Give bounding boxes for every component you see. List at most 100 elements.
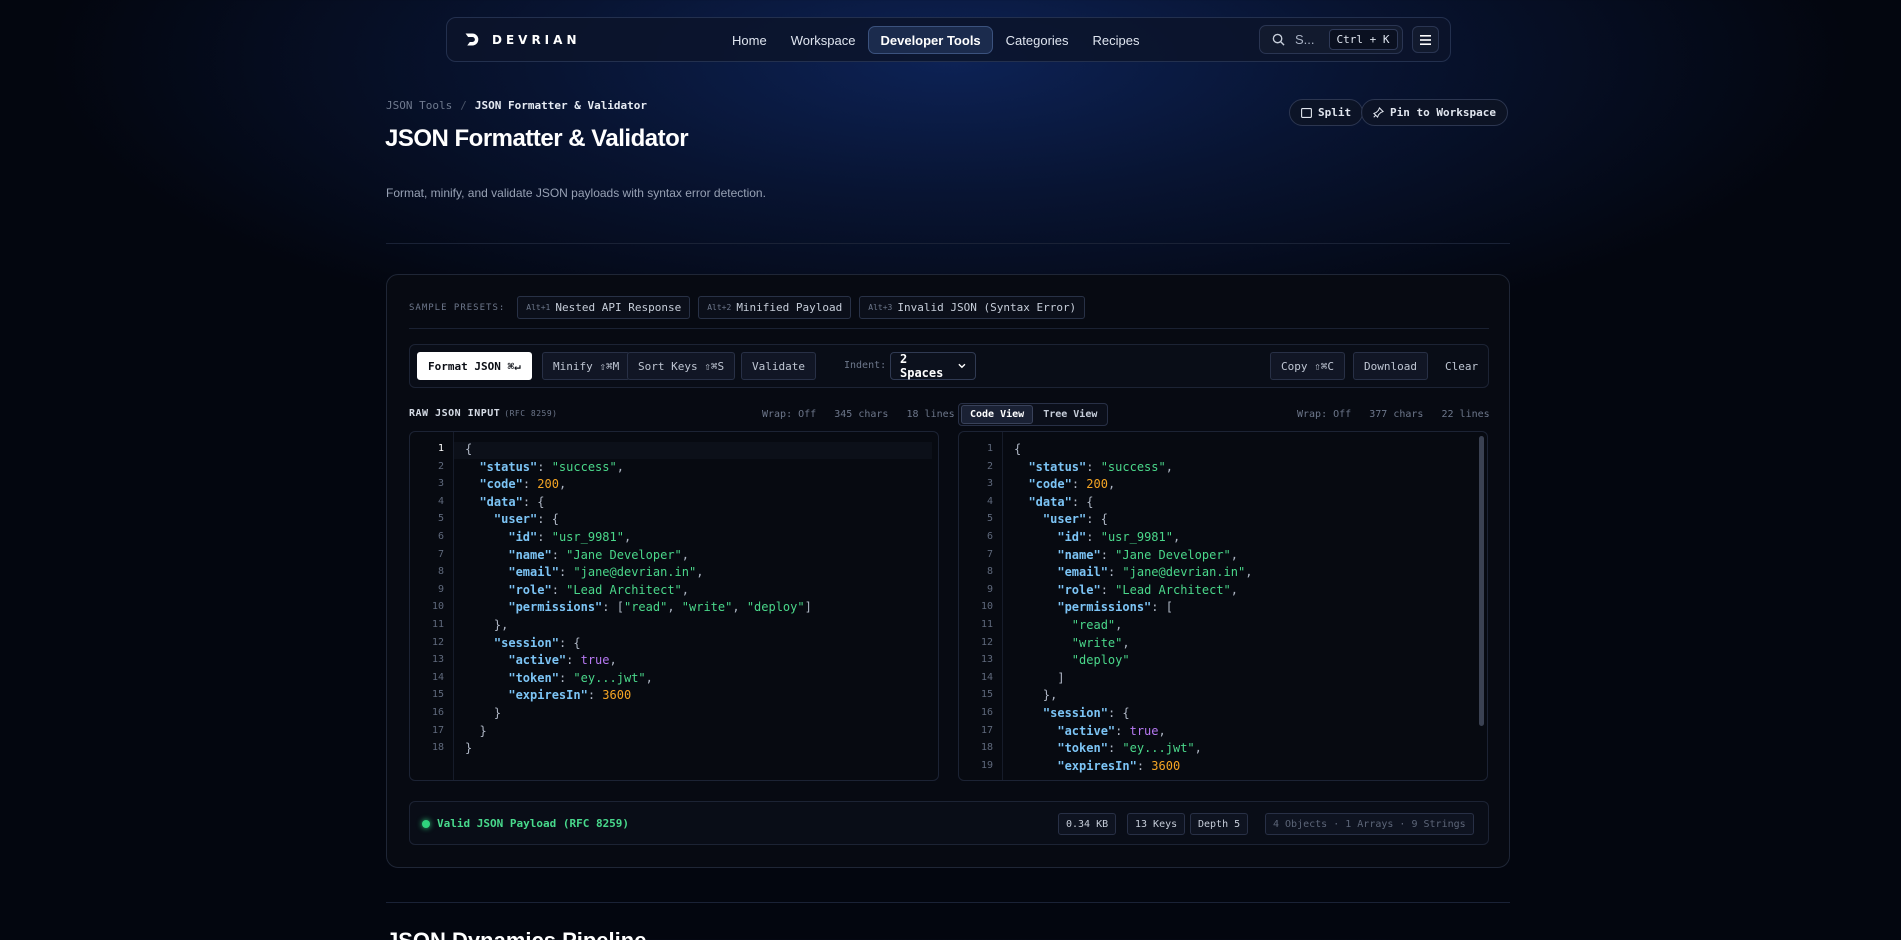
- code-line: "deploy": [1071, 653, 1130, 668]
- line-number: 6: [437, 531, 444, 542]
- breadcrumb-current: JSON Formatter & Validator: [474, 99, 648, 112]
- code-line: },: [465, 618, 509, 632]
- code-line: "email": "jane@devrian.in",: [1057, 565, 1253, 580]
- indent-select[interactable]: 2 Spaces: [890, 352, 976, 380]
- input-editor-title-text: RAW JSON INPUT: [409, 408, 501, 419]
- header-divider: [386, 243, 1510, 244]
- download-button[interactable]: Download: [1353, 352, 1428, 380]
- preset-shortcut: Alt+1: [526, 303, 551, 312]
- chevron-down-icon: [958, 363, 966, 369]
- validate-button[interactable]: Validate: [741, 352, 816, 380]
- output-editor-meta: Wrap: Off 377 chars 22 lines: [1297, 409, 1490, 420]
- code-line: {: [465, 442, 473, 456]
- formatter-panel: SAMPLE PRESETS: Alt+1 Nested API Respons…: [386, 274, 1510, 868]
- nav-link-workspace[interactable]: Workspace: [780, 26, 867, 54]
- nav-links: Home Workspace Developer Tools Categorie…: [721, 26, 1151, 54]
- line-number: 4: [437, 495, 444, 507]
- code-line: "read",: [1071, 618, 1123, 632]
- line-number: 16: [980, 707, 993, 718]
- line-number: 3: [437, 478, 444, 490]
- preset-minified-payload[interactable]: Alt+2 Minified Payload: [698, 296, 852, 319]
- preset-label: Minified Payload: [736, 301, 843, 314]
- split-view-icon: [1301, 107, 1312, 118]
- code-line: "write",: [1071, 635, 1130, 650]
- search-input[interactable]: S... Ctrl + K: [1259, 25, 1403, 54]
- brand-name: DEVRIAN: [492, 32, 581, 47]
- line-number: 8: [437, 566, 444, 578]
- line-number: 6: [986, 531, 993, 542]
- code-line: {: [1014, 442, 1022, 456]
- tab-tree-view[interactable]: Tree View: [1035, 406, 1105, 423]
- code-line: ]: [1014, 670, 1065, 685]
- code-line: "email": "jane@devrian.in",: [508, 565, 704, 580]
- line-number: 16: [431, 707, 444, 718]
- code-line: "name": "Jane Developer",: [1057, 547, 1238, 562]
- toolbar: Format JSON ⌘↵ Minify ⇧⌘M Sort Keys ⇧⌘S …: [409, 344, 1489, 388]
- line-number: 11: [980, 619, 993, 630]
- minify-button[interactable]: Minify ⇧⌘M: [542, 352, 631, 380]
- line-number: 7: [986, 548, 993, 560]
- code-line: },: [1014, 688, 1058, 703]
- code-line: "status": "success",: [1028, 459, 1173, 474]
- raw-json-input-editor[interactable]: 1 2 3 4 5 6 7 8 9 10 11 12 13 14 15 16 17 18 { "status": …: [409, 431, 939, 781]
- line-number: 15: [431, 689, 444, 701]
- line-number: 7: [437, 548, 444, 560]
- code-line: "token": "ey...jwt",: [1057, 741, 1202, 756]
- line-number-gutter: 1 2 3 4 5 6 7 8 9 10 11 12 13 14 15 16 17 18 19: [959, 432, 1003, 780]
- line-number: 12: [431, 636, 444, 648]
- sample-presets: SAMPLE PRESETS: Alt+1 Nested API Respons…: [409, 296, 1086, 319]
- line-number: 14: [980, 671, 993, 683]
- format-json-button[interactable]: Format JSON ⌘↵: [417, 352, 532, 380]
- formatted-output-editor[interactable]: 1 2 3 4 5 6 7 8 9 10 11 12 13 14 15 16 17 18 19 { "status"…: [958, 431, 1488, 781]
- nav-link-categories[interactable]: Categories: [995, 26, 1080, 54]
- page-title: JSON Formatter & Validator: [385, 125, 689, 152]
- sort-keys-button[interactable]: Sort Keys ⇧⌘S: [627, 352, 736, 380]
- code-line: "data": {: [1028, 494, 1094, 509]
- search-shortcut: Ctrl + K: [1328, 29, 1398, 50]
- nav-link-home[interactable]: Home: [721, 26, 778, 54]
- preset-shortcut: Alt+3: [868, 303, 893, 312]
- line-number: 17: [980, 724, 993, 736]
- tab-code-view[interactable]: Code View: [961, 405, 1034, 424]
- code-line: "code": 200,: [479, 477, 567, 492]
- preset-shortcut: Alt+2: [707, 303, 732, 312]
- clear-button[interactable]: Clear: [1434, 352, 1489, 380]
- line-number: 11: [431, 619, 444, 630]
- nav-link-developer-tools[interactable]: Developer Tools: [868, 26, 993, 54]
- code-line: "permissions": [: [1057, 600, 1173, 615]
- line-number: 10: [431, 601, 444, 613]
- pin-button-label: Pin to Workspace: [1390, 106, 1496, 119]
- line-number: 1: [986, 443, 993, 454]
- indent-label: Indent:: [844, 360, 887, 371]
- view-toggle: Code View Tree View: [958, 403, 1109, 426]
- code-line: "status": "success",: [479, 459, 624, 474]
- code-line: "name": "Jane Developer",: [508, 547, 689, 562]
- current-line-highlight: [454, 442, 932, 459]
- breadcrumb: JSON Tools / JSON Formatter & Validator: [386, 99, 647, 112]
- line-number: 18: [980, 742, 993, 754]
- line-number: 5: [437, 513, 444, 525]
- nav-link-recipes[interactable]: Recipes: [1082, 26, 1151, 54]
- line-number: 8: [986, 566, 993, 578]
- line-number-gutter: 1 2 3 4 5 6 7 8 9 10 11 12 13 14 15 16 17 18: [410, 432, 454, 780]
- key-count-badge: 13 Keys: [1127, 813, 1186, 835]
- brand-logo[interactable]: DEVRIAN: [463, 31, 580, 48]
- preset-invalid-json[interactable]: Alt+3 Invalid JSON (Syntax Error): [859, 296, 1086, 319]
- code-line: }: [465, 723, 487, 738]
- code-line: "code": 200,: [1028, 477, 1116, 492]
- code-line: "role": "Lead Architect",: [1057, 582, 1238, 597]
- vertical-scrollbar[interactable]: [1479, 436, 1484, 726]
- code-line: "id": "usr_9981",: [1057, 530, 1181, 544]
- input-editor-meta: Wrap: Off 345 chars 18 lines: [762, 409, 955, 420]
- devrian-logo-icon: [465, 33, 479, 46]
- line-number: 2: [437, 460, 444, 472]
- code-line: "active": true,: [1057, 723, 1166, 738]
- code-line: "permissions": ["read", "write", "deploy…: [508, 600, 812, 615]
- split-button[interactable]: Split: [1289, 99, 1364, 126]
- line-number: 4: [986, 495, 993, 507]
- preset-nested-api-response[interactable]: Alt+1 Nested API Response: [517, 296, 691, 319]
- copy-button[interactable]: Copy ⇧⌘C: [1270, 352, 1345, 380]
- menu-button[interactable]: [1412, 26, 1439, 53]
- pin-to-workspace-button[interactable]: Pin to Workspace: [1361, 99, 1508, 126]
- breadcrumb-json-tools[interactable]: JSON Tools: [386, 99, 452, 112]
